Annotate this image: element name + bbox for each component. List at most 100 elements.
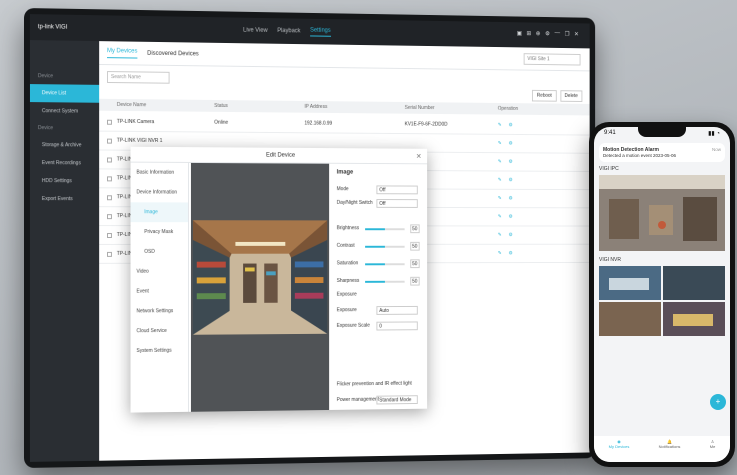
row-operation-icons[interactable]: ✎ ⚙ <box>498 122 516 128</box>
row-operation-icons[interactable]: ✎ ⚙ <box>498 232 516 238</box>
delete-button[interactable]: Delete <box>559 90 583 102</box>
row-ip: 192.168.0.99 <box>304 120 333 127</box>
col-ip[interactable]: IP Address <box>304 104 327 110</box>
tab-my-devices[interactable]: My Devices <box>107 47 138 59</box>
top-nav: Live View Playback Settings <box>243 18 331 45</box>
tab-playback[interactable]: Playback <box>277 28 300 34</box>
reboot-button[interactable]: Reboot <box>532 89 557 102</box>
table-actions: Reboot Delete <box>532 89 583 102</box>
slider-fill <box>365 280 385 283</box>
slider-row: Brightness 50 <box>337 224 420 234</box>
slider-label: Sharpness <box>336 277 360 284</box>
minimize-icon[interactable]: — <box>555 31 560 38</box>
sidebar-item-device-list[interactable]: Device List <box>29 84 100 103</box>
dialog-nav-item[interactable]: Privacy Mask <box>131 222 188 242</box>
camera-nvr-grid[interactable] <box>599 266 725 336</box>
row-checkbox[interactable] <box>107 119 112 125</box>
dialog-nav-item[interactable]: Event <box>131 281 188 301</box>
tab-settings[interactable]: Settings <box>310 27 331 37</box>
nav-notifications-label: Notifications <box>658 444 681 449</box>
row-checkbox[interactable] <box>107 214 112 220</box>
dialog-nav-item[interactable]: Image <box>130 202 189 223</box>
nav-my-devices[interactable]: ◉ My Devices <box>609 439 630 462</box>
row-status: Online <box>214 119 229 126</box>
tab-live-view[interactable]: Live View <box>243 28 268 34</box>
layout-icon[interactable]: ▣ <box>517 30 522 37</box>
row-operation-icons[interactable]: ✎ ⚙ <box>498 251 516 257</box>
dialog-nav-item[interactable]: Device Information <box>131 182 188 202</box>
slider-value[interactable]: 50 <box>410 241 420 251</box>
row-checkbox[interactable] <box>107 138 112 144</box>
day-night-select[interactable]: Off <box>376 199 418 208</box>
dialog-nav-item[interactable]: Video <box>131 262 188 282</box>
dialog-nav-item[interactable]: Cloud Service <box>131 321 188 341</box>
exposure-scale-row: Exposure Scale 0 <box>337 321 418 331</box>
power-select[interactable]: Standard Mode <box>376 395 418 405</box>
phone-device: 9:41 ▮▮ ◔ Motion Detection Alarm Detecte… <box>589 122 735 467</box>
panel-title: Image <box>336 169 354 176</box>
row-checkbox[interactable] <box>107 176 112 182</box>
sidebar-section-storage: Device <box>37 125 54 132</box>
tab-discovered-devices[interactable]: Discovered Devices <box>147 50 199 57</box>
notification-body: Detected a motion event 2023-05-06 <box>603 153 677 158</box>
col-status[interactable]: Status <box>214 103 228 109</box>
slider-fill <box>365 228 385 231</box>
exposure-scale-label: Exposure Scale <box>336 322 370 329</box>
slider-track[interactable] <box>365 245 405 248</box>
sidebar-item-storage[interactable]: Storage & Archive <box>30 136 99 154</box>
camera-ipc[interactable]: VIGI IPC <box>599 166 725 253</box>
day-night-label: Day/Night Switch <box>336 199 373 206</box>
dialog-nav-item[interactable]: Network Settings <box>131 301 188 321</box>
exposure-scale-select[interactable]: 0 <box>376 321 418 331</box>
col-device-name[interactable]: Device Name <box>117 102 146 108</box>
slider-value[interactable]: 50 <box>410 259 420 269</box>
maximize-icon[interactable]: ❐ <box>565 31 570 38</box>
camera-ipc-label: VIGI IPC <box>599 166 619 172</box>
mode-select[interactable]: Off <box>376 185 418 195</box>
row-checkbox[interactable] <box>107 195 112 201</box>
sidebar-item-export-events[interactable]: Export Events <box>30 190 99 208</box>
camera-nvr[interactable]: VIGI NVR <box>599 257 725 338</box>
row-operation-icons[interactable]: ✎ ⚙ <box>498 196 516 202</box>
site-selector[interactable]: VIGI Site 1 <box>523 53 581 66</box>
sidebar-item-connect-system[interactable]: Connect System <box>30 102 99 121</box>
sidebar-item-event-recordings[interactable]: Event Recordings <box>30 154 99 172</box>
nav-me[interactable]: ♙ Me <box>710 439 716 462</box>
add-button[interactable]: + <box>710 394 726 410</box>
close-icon[interactable]: ✕ <box>574 31 579 38</box>
footer-note-text: Flicker prevention and IR effect light <box>336 380 412 388</box>
slider-track[interactable] <box>365 263 405 266</box>
slider-value[interactable]: 50 <box>410 276 420 286</box>
close-icon[interactable]: ✕ <box>416 153 422 161</box>
dialog-nav-item[interactable]: System Settings <box>131 341 188 361</box>
row-operation-icons[interactable]: ✎ ⚙ <box>498 141 516 147</box>
nav-notifications[interactable]: 🔔 Notifications <box>659 439 681 462</box>
dialog-nav-item[interactable]: OSD <box>131 242 188 262</box>
camera-ipc-feed[interactable] <box>599 175 725 251</box>
dialog-nav-item[interactable]: Basic Information <box>131 163 188 183</box>
grid-icon[interactable]: ⊞ <box>527 30 532 37</box>
row-operation-icons[interactable]: ✎ ⚙ <box>498 159 516 165</box>
slider-label: Saturation <box>336 260 359 267</box>
app-screen: tp-link VIGI Live View Playback Settings… <box>29 14 590 462</box>
exposure-select[interactable]: Auto <box>376 305 418 315</box>
add-icon[interactable]: ⊕ <box>536 30 541 37</box>
slider-track[interactable] <box>365 228 405 231</box>
row-checkbox[interactable] <box>107 157 112 163</box>
row-checkbox[interactable] <box>107 233 112 238</box>
col-serial[interactable]: Serial Number <box>405 105 435 111</box>
row-operation-icons[interactable]: ✎ ⚙ <box>498 177 516 183</box>
gear-icon[interactable]: ⚙ <box>545 30 550 37</box>
slider-label: Contrast <box>336 242 355 249</box>
power-row: Power management Standard Mode <box>337 395 418 406</box>
search-input[interactable]: Search Name <box>107 71 170 84</box>
row-checkbox[interactable] <box>107 251 112 257</box>
row-operation-icons[interactable]: ✎ ⚙ <box>498 214 516 220</box>
mode-row: Mode Off <box>337 185 418 195</box>
slider-track[interactable] <box>365 280 405 283</box>
slider-fill <box>365 263 385 266</box>
notification-card[interactable]: Motion Detection Alarm Detected a motion… <box>599 143 725 162</box>
slider-value[interactable]: 50 <box>410 224 420 234</box>
footer-note: Flicker prevention and IR effect light <box>337 380 418 391</box>
sidebar-item-hdd-settings[interactable]: HDD Settings <box>30 172 99 190</box>
